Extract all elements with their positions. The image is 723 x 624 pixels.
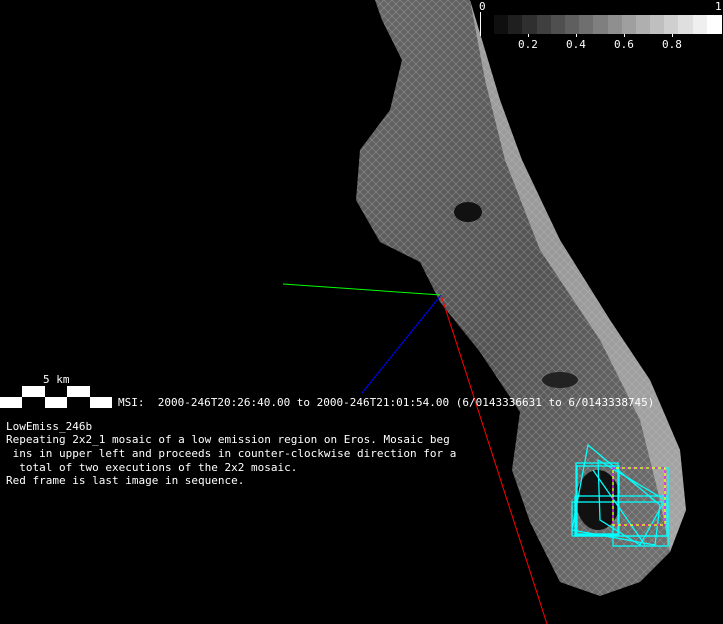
colorbar-marker xyxy=(480,12,481,36)
colorbar-swatch xyxy=(706,15,722,34)
colorbar-swatch xyxy=(692,15,708,34)
colorbar-swatch xyxy=(564,15,580,34)
colorbar-tick-label: 0.8 xyxy=(662,38,682,51)
sequence-title: LowEmiss_246b xyxy=(6,420,93,433)
colorbar-swatch xyxy=(678,15,694,34)
scale-bar-segment xyxy=(0,386,23,397)
description-line: ins in upper left and proceeds in counte… xyxy=(6,447,457,460)
eros-shape-model xyxy=(356,0,686,596)
colorbar-swatch xyxy=(607,15,623,34)
observation-time-range: MSI: 2000-246T20:26:40.00 to 2000-246T21… xyxy=(118,396,655,409)
colorbar-swatch xyxy=(635,15,651,34)
colorbar-swatch xyxy=(508,15,523,34)
colorbar-tick-label: 0.4 xyxy=(566,38,586,51)
colorbar-swatch xyxy=(522,15,538,34)
scale-bar-segment xyxy=(22,397,45,408)
colorbar-swatch xyxy=(621,15,637,34)
colorbar-tick xyxy=(528,34,529,37)
description-line: Red frame is last image in sequence. xyxy=(6,474,245,487)
description-line: total of two executions of the 2x2 mosai… xyxy=(6,461,298,474)
colorbar-swatch xyxy=(494,15,509,34)
axis-y-line xyxy=(282,283,442,296)
colorbar-tick-label: 0.2 xyxy=(518,38,538,51)
description-line: Repeating 2x2_1 mosaic of a low emission… xyxy=(6,433,450,446)
colorbar-swatch xyxy=(593,15,608,34)
colorbar-swatch xyxy=(664,15,679,34)
axis-z-line xyxy=(361,294,442,394)
colorbar-swatch xyxy=(579,15,594,34)
scale-bar-segment xyxy=(67,397,90,408)
scale-bar-segment xyxy=(89,386,112,397)
scale-bar-segment xyxy=(44,386,68,397)
colorbar-max-label: 1 xyxy=(715,0,722,13)
scale-bar-label: 5 km xyxy=(43,373,70,386)
colorbar-swatch xyxy=(536,15,552,34)
colorbar-swatch xyxy=(550,15,566,34)
colorbar-tick xyxy=(624,34,625,37)
asteroid-view[interactable] xyxy=(0,0,723,624)
colorbar-tick-label: 0.6 xyxy=(614,38,634,51)
colorbar-swatch xyxy=(650,15,665,34)
colorbar-tick xyxy=(576,34,577,37)
colorbar-tick xyxy=(672,34,673,37)
